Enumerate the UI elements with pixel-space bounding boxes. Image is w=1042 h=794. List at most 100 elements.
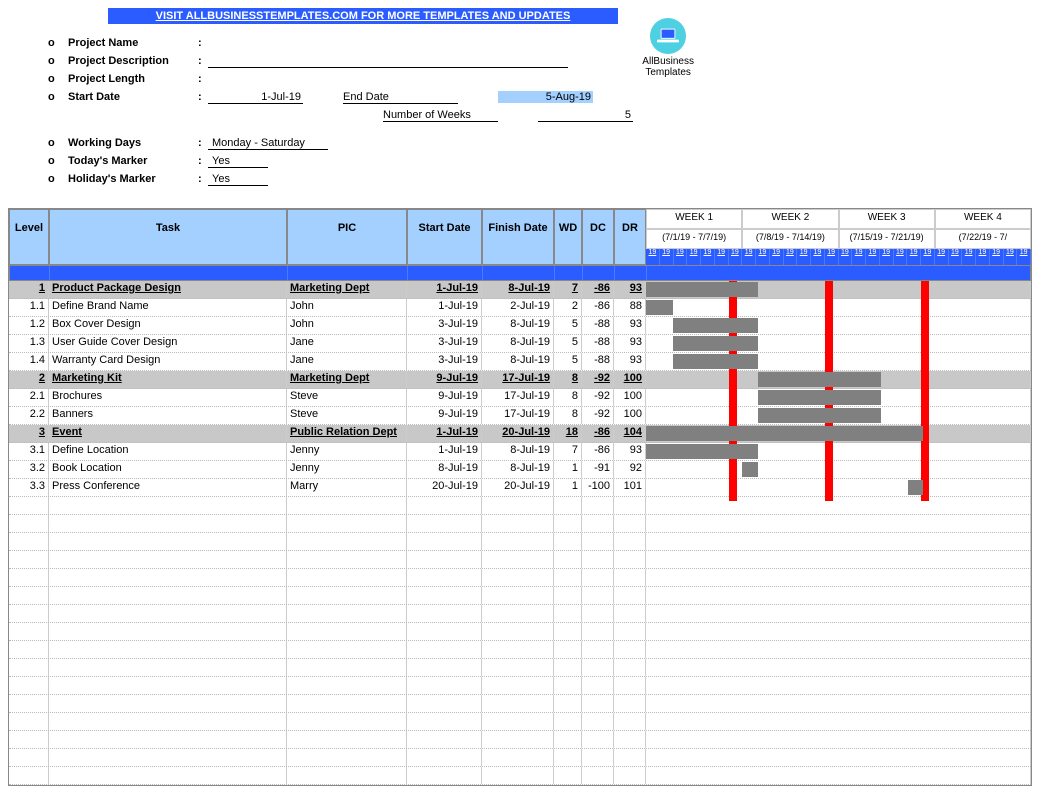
table-row: 2.1BrochuresSteve9-Jul-1917-Jul-198-9210… (9, 389, 1031, 407)
day-cell: 19 (949, 249, 963, 265)
gantt-cell (646, 407, 1031, 424)
todays-marker-input[interactable]: Yes (208, 155, 268, 168)
week-range: (7/22/19 - 7/ (935, 229, 1031, 249)
cell: 17-Jul-19 (482, 371, 554, 388)
cell: 17-Jul-19 (482, 407, 554, 424)
cell: Product Package Design (49, 281, 287, 298)
cell: -88 (582, 335, 614, 352)
cell: 100 (614, 407, 646, 424)
empty-row (9, 713, 1031, 731)
gantt-cell (646, 389, 1031, 406)
cell: 93 (614, 443, 646, 460)
gantt-cell (646, 353, 1031, 370)
cell: 2 (554, 299, 582, 316)
day-cell: 19 (976, 249, 990, 265)
cell: -86 (582, 299, 614, 316)
cell: Marry (287, 479, 407, 496)
empty-row (9, 641, 1031, 659)
label-todays-marker: Today's Marker (68, 155, 198, 167)
label-working-days: Working Days (68, 137, 198, 149)
cell: Jane (287, 335, 407, 352)
cell: Marketing Dept (287, 371, 407, 388)
cell: Banners (49, 407, 287, 424)
gantt-bar (646, 426, 923, 441)
col-dc: DC (582, 209, 614, 265)
table-row: 1Product Package DesignMarketing Dept1-J… (9, 281, 1031, 299)
cell: 8-Jul-19 (482, 443, 554, 460)
col-start: Start Date (407, 209, 482, 265)
cell: 2-Jul-19 (482, 299, 554, 316)
cell: 20-Jul-19 (482, 425, 554, 442)
cell: 7 (554, 281, 582, 298)
empty-row (9, 515, 1031, 533)
cell: User Guide Cover Design (49, 335, 287, 352)
col-task: Task (49, 209, 287, 265)
day-cell: 19 (756, 249, 770, 265)
num-weeks-value: 5 (538, 109, 633, 122)
working-days-input[interactable]: Monday - Saturday (208, 137, 328, 150)
banner-link[interactable]: VISIT ALLBUSINESSTEMPLATES.COM FOR MORE … (108, 8, 618, 24)
cell: 3.2 (9, 461, 49, 478)
cell: 9-Jul-19 (407, 389, 482, 406)
cell: Box Cover Design (49, 317, 287, 334)
table-row: 1.4Warranty Card DesignJane3-Jul-198-Jul… (9, 353, 1031, 371)
day-cell: 19 (852, 249, 866, 265)
cell: 93 (614, 317, 646, 334)
laptop-icon (650, 18, 686, 54)
gantt-bar (673, 318, 758, 333)
empty-row (9, 497, 1031, 515)
cell: Brochures (49, 389, 287, 406)
cell: 1 (554, 461, 582, 478)
cell: Marketing Kit (49, 371, 287, 388)
weeks-header: WEEK 1WEEK 2WEEK 3WEEK 4 (7/1/19 - 7/7/1… (646, 209, 1031, 265)
label-start-date: Start Date (68, 91, 198, 103)
cell: -86 (582, 443, 614, 460)
week-range: (7/15/19 - 7/21/19) (839, 229, 935, 249)
cell: 17-Jul-19 (482, 389, 554, 406)
cell: 1-Jul-19 (407, 281, 482, 298)
cell: 3-Jul-19 (407, 353, 482, 370)
gantt-bar (908, 480, 923, 495)
day-cell: 19 (935, 249, 949, 265)
cell: 1 (554, 479, 582, 496)
start-date-input[interactable]: 1-Jul-19 (208, 91, 303, 104)
gantt-cell (646, 371, 1031, 388)
cell: -86 (582, 281, 614, 298)
cell: 1-Jul-19 (407, 425, 482, 442)
holidays-marker-input[interactable]: Yes (208, 173, 268, 186)
cell: Jenny (287, 443, 407, 460)
cell: 8 (554, 371, 582, 388)
cell: 100 (614, 371, 646, 388)
cell: -91 (582, 461, 614, 478)
cell: -88 (582, 353, 614, 370)
cell: 2 (9, 371, 49, 388)
cell: 5 (554, 353, 582, 370)
cell: Jenny (287, 461, 407, 478)
week-range: (7/8/19 - 7/14/19) (742, 229, 838, 249)
empty-row (9, 605, 1031, 623)
day-cell: 19 (894, 249, 908, 265)
table-row: 1.1Define Brand NameJohn1-Jul-192-Jul-19… (9, 299, 1031, 317)
gantt-cell (646, 461, 1031, 478)
cell: 7 (554, 443, 582, 460)
cell: Define Location (49, 443, 287, 460)
empty-row (9, 569, 1031, 587)
cell: Marketing Dept (287, 281, 407, 298)
day-cell: 19 (1017, 249, 1031, 265)
cell: 20-Jul-19 (407, 479, 482, 496)
cell: 1.2 (9, 317, 49, 334)
cell: 20-Jul-19 (482, 479, 554, 496)
day-cell: 19 (797, 249, 811, 265)
day-cell: 19 (921, 249, 935, 265)
cell: John (287, 299, 407, 316)
day-cell: 19 (907, 249, 921, 265)
label-project-name: Project Name (68, 37, 198, 49)
cell: 9-Jul-19 (407, 407, 482, 424)
label-holidays-marker: Holiday's Marker (68, 173, 198, 185)
gantt-bar (673, 354, 758, 369)
gantt-cell (646, 335, 1031, 352)
cell: 18 (554, 425, 582, 442)
project-desc-input[interactable] (208, 54, 568, 68)
label-project-desc: Project Description (68, 55, 198, 67)
cell: 5 (554, 317, 582, 334)
